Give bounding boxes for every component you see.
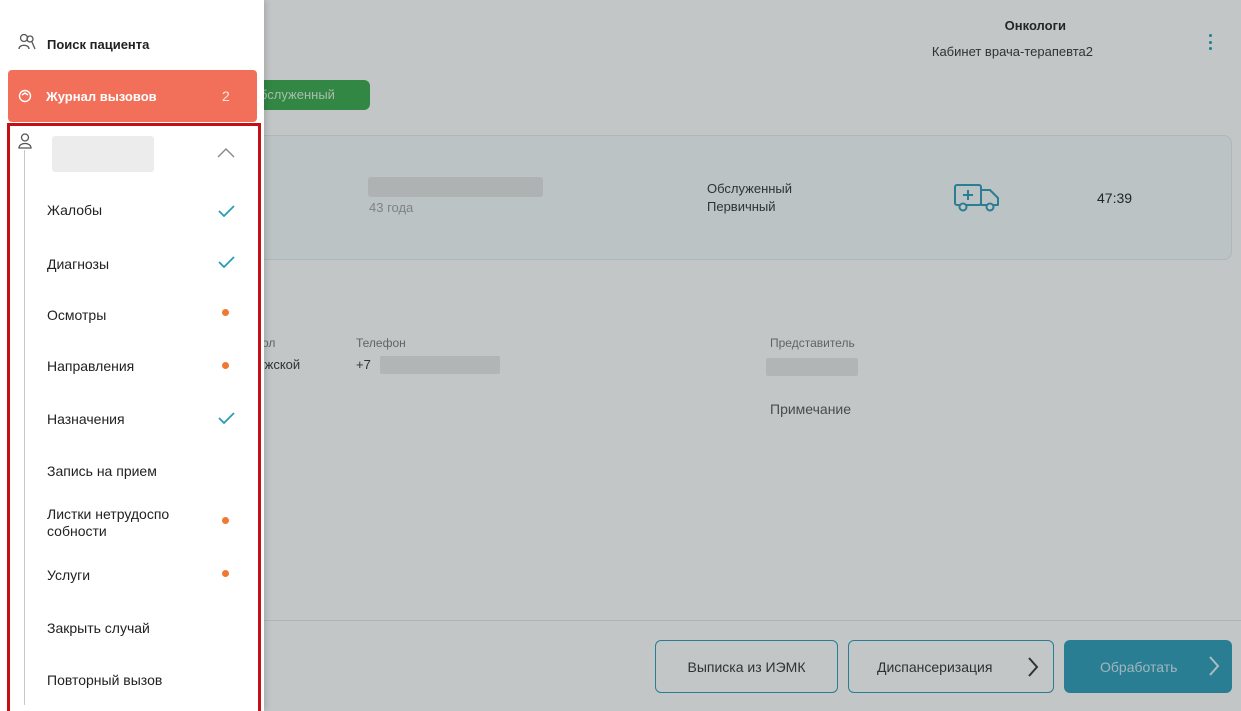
- menu-item-sick-leave[interactable]: Листки нетрудоспо собности: [47, 506, 207, 540]
- dot-icon: [222, 570, 229, 577]
- navigation-drawer: Поиск пациента Журнал вызовов 2 Жалобы Д…: [0, 0, 264, 711]
- call-journal-icon: [18, 89, 32, 103]
- check-icon: [218, 412, 235, 424]
- check-icon: [218, 205, 235, 217]
- dot-icon: [222, 517, 229, 524]
- menu-item-examinations[interactable]: Осмотры: [47, 307, 106, 324]
- call-journal-label: Журнал вызовов: [46, 89, 157, 104]
- patient-name-redacted: [52, 136, 154, 172]
- tree-line: [24, 150, 25, 705]
- call-journal-item[interactable]: Журнал вызовов 2: [8, 70, 257, 122]
- person-icon: [18, 133, 32, 149]
- menu-item-services[interactable]: Услуги: [47, 567, 90, 584]
- patient-search-label: Поиск пациента: [47, 37, 150, 52]
- menu-item-diagnoses[interactable]: Диагнозы: [47, 256, 109, 273]
- patient-search-icon: [18, 33, 36, 50]
- check-icon: [218, 256, 235, 268]
- menu-item-complaints[interactable]: Жалобы: [47, 202, 102, 219]
- menu-item-referrals[interactable]: Направления: [47, 358, 134, 375]
- dot-icon: [222, 362, 229, 369]
- chevron-up-icon[interactable]: [217, 148, 235, 158]
- menu-item-close-case[interactable]: Закрыть случай: [47, 620, 150, 637]
- call-journal-count: 2: [222, 88, 230, 104]
- patient-search-item[interactable]: Поиск пациента: [0, 22, 264, 66]
- menu-item-repeat-call[interactable]: Повторный вызов: [47, 672, 162, 689]
- dot-icon: [222, 309, 229, 316]
- menu-item-appointment[interactable]: Запись на прием: [47, 463, 157, 480]
- menu-item-prescriptions[interactable]: Назначения: [47, 411, 125, 428]
